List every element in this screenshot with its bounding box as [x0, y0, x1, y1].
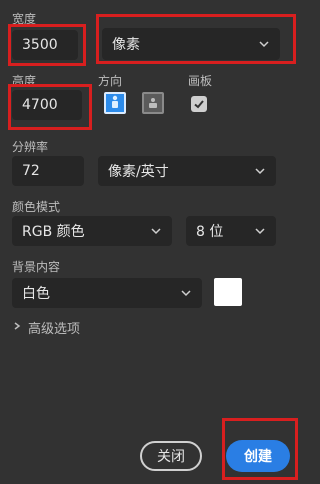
advanced-options-label: 高级选项	[28, 322, 81, 337]
background-color-swatch[interactable]	[214, 278, 242, 306]
unit-select[interactable]: 像素	[102, 28, 280, 60]
resolution-value: 72	[22, 163, 40, 179]
create-button[interactable]: 创建	[226, 440, 290, 472]
chevron-down-icon	[258, 38, 270, 50]
checkmark-icon	[193, 95, 205, 114]
width-value: 3500	[22, 37, 58, 53]
color-mode-value: RGB 颜色	[22, 224, 85, 240]
landscape-orientation-icon	[147, 94, 159, 113]
artboard-label: 画板	[188, 74, 213, 88]
chevron-right-icon	[12, 320, 22, 335]
chevron-down-icon	[254, 165, 266, 177]
close-button[interactable]: 关闭	[140, 441, 202, 471]
height-value: 4700	[22, 97, 58, 113]
chevron-down-icon	[254, 225, 266, 237]
resolution-unit-select[interactable]: 像素/英寸	[98, 156, 276, 186]
advanced-options-toggle[interactable]: 高级选项	[12, 318, 80, 337]
artboard-checkbox[interactable]	[191, 96, 207, 112]
background-label: 背景内容	[12, 260, 61, 274]
create-button-label: 创建	[244, 449, 272, 465]
portrait-orientation-button[interactable]	[104, 92, 126, 114]
color-mode-label: 颜色模式	[12, 200, 61, 214]
chevron-down-icon	[180, 287, 192, 299]
unit-select-value: 像素	[112, 37, 140, 53]
height-input[interactable]: 4700	[12, 90, 82, 120]
width-input[interactable]: 3500	[12, 30, 78, 60]
color-mode-select[interactable]: RGB 颜色	[12, 216, 172, 246]
close-button-label: 关闭	[157, 449, 185, 465]
chevron-down-icon	[150, 225, 162, 237]
landscape-orientation-button[interactable]	[142, 92, 164, 114]
bit-depth-select[interactable]: 8 位	[186, 216, 276, 246]
orientation-label: 方向	[98, 74, 123, 88]
bit-depth-value: 8 位	[196, 224, 224, 240]
resolution-unit-value: 像素/英寸	[108, 164, 169, 180]
resolution-input[interactable]: 72	[12, 156, 84, 186]
background-value: 白色	[22, 286, 50, 302]
background-select[interactable]: 白色	[12, 278, 202, 308]
portrait-orientation-icon	[109, 94, 121, 113]
resolution-label: 分辨率	[12, 140, 49, 154]
